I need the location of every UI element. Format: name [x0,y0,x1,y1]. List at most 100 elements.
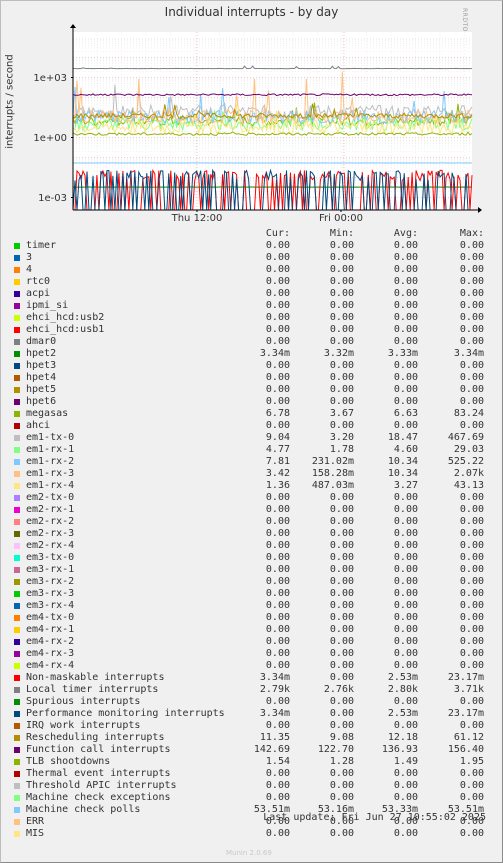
value-cur: 1.36 [265,480,290,491]
legend-swatch [14,243,20,249]
legend-swatch [14,747,20,753]
legend-swatch [14,543,20,549]
value-avg: 0.00 [393,360,418,371]
value-cur: 3.34m [259,672,290,683]
series-name: em2-rx-1 [26,504,75,515]
value-min: 0.00 [329,660,354,671]
value-avg: 0.00 [393,792,418,803]
value-min: 0.00 [329,792,354,803]
value-avg: 0.00 [393,600,418,611]
legend-row: Performance monitoring interrupts 3.34m 0.… [0,708,503,720]
legend-row: em3-rx-4 0.00 0.00 0.00 0.00 [0,600,503,612]
value-cur: 0.00 [265,780,290,791]
legend-row: Rescheduling interrupts 11.35 9.08 12.18 61.… [0,732,503,744]
legend-row: em1-tx-0 9.04 3.20 18.47 467.69 [0,432,503,444]
value-max: 0.00 [459,288,484,299]
value-cur: 2.79k [259,684,290,695]
value-avg: 0.00 [393,240,418,251]
value-max: 0.00 [459,324,484,335]
legend-swatch [14,819,20,825]
value-cur: 0.00 [265,552,290,563]
value-min: 231.02m [311,456,354,467]
series-name: rtc0 [26,276,51,287]
value-max: 0.00 [459,828,484,839]
legend-swatch [14,267,20,273]
legend-row: IRQ work interrupts 0.00 0.00 0.00 0.00 [0,720,503,732]
legend-row: em4-rx-3 0.00 0.00 0.00 0.00 [0,648,503,660]
series-name: Threshold APIC interrupts [26,780,177,791]
legend-swatch [14,795,20,801]
x-axis-arrow [478,207,482,213]
value-min: 0.00 [329,324,354,335]
value-max: 0.00 [459,360,484,371]
series-name: megasas [26,408,69,419]
value-cur: 3.34m [259,708,290,719]
value-avg: 0.00 [393,312,418,323]
value-min: 0.00 [329,360,354,371]
value-max: 23.17m [447,672,484,683]
value-max: 0.00 [459,564,484,575]
value-min: 0.00 [329,252,354,263]
legend-row: Non-maskable interrupts 3.34m 0.00 2.53m 23.… [0,672,503,684]
series-name: em4-rx-2 [26,636,75,647]
value-max: 0.00 [459,336,484,347]
value-cur: 0.00 [265,516,290,527]
plot-area: 1e+03 1e+00 1e-03 Thu 12:00 Fri 00:00 [33,24,482,224]
value-cur: 3.42 [265,468,290,479]
value-cur: 0.00 [265,624,290,635]
value-max: 0.00 [459,492,484,503]
series-name: em4-rx-4 [26,660,75,671]
legend-row: Thermal event interrupts 0.00 0.00 0.00 0.00 [0,768,503,780]
value-cur: 0.00 [265,492,290,503]
value-min: 0.00 [329,300,354,311]
y-tick-label: 1e+03 [33,73,67,84]
value-cur: 0.00 [265,360,290,371]
value-min: 0.00 [329,516,354,527]
value-min: 0.00 [329,636,354,647]
series-name: TLB shootdowns [26,756,111,767]
value-min: 9.08 [329,732,354,743]
legend-swatch [14,699,20,705]
legend-row: Local timer interrupts 2.79k 2.76k 2.80k 3.7… [0,684,503,696]
value-avg: 0.00 [393,720,418,731]
legend-swatch [14,615,20,621]
value-max: 23.17m [447,708,484,719]
legend-row: Machine check exceptions 0.00 0.00 0.00 0.00 [0,792,503,804]
legend-row: em1-rx-4 1.36 487.03m 3.27 43.13 [0,480,503,492]
series-name: em2-rx-4 [26,540,75,551]
legend-row: em2-rx-2 0.00 0.00 0.00 0.00 [0,516,503,528]
legend-row: rtc0 0.00 0.00 0.00 0.00 [0,276,503,288]
legend-row: hpet5 0.00 0.00 0.00 0.00 [0,384,503,396]
legend-swatch [14,327,20,333]
value-max: 0.00 [459,780,484,791]
value-cur: 0.00 [265,720,290,731]
value-min: 3.20 [329,432,354,443]
value-avg: 0.00 [393,588,418,599]
value-max: 467.69 [447,432,484,443]
value-cur: 0.00 [265,312,290,323]
value-min: 0.00 [329,828,354,839]
legend-swatch [14,627,20,633]
value-cur: 9.04 [265,432,290,443]
series-name: ahci [26,420,51,431]
series-name: hpet5 [26,384,57,395]
value-min: 0.00 [329,372,354,383]
legend-row: em4-rx-2 0.00 0.00 0.00 0.00 [0,636,503,648]
value-max: 0.00 [459,516,484,527]
series-name: Machine check polls [26,804,141,815]
value-avg: 136.93 [381,744,418,755]
x-tick-label: Thu 12:00 [171,213,223,224]
value-avg: 3.27 [393,480,418,491]
value-min: 1.78 [329,444,354,455]
value-min: 487.03m [311,480,354,491]
series-name: Thermal event interrupts [26,768,171,779]
legend-swatch [14,603,20,609]
value-max: 29.03 [453,444,484,455]
col-min-header: Min: [329,228,354,239]
legend-swatch [14,447,20,453]
legend-swatch [14,315,20,321]
value-cur: 0.00 [265,300,290,311]
value-min: 0.00 [329,528,354,539]
value-avg: 0.00 [393,276,418,287]
value-min: 3.67 [329,408,354,419]
